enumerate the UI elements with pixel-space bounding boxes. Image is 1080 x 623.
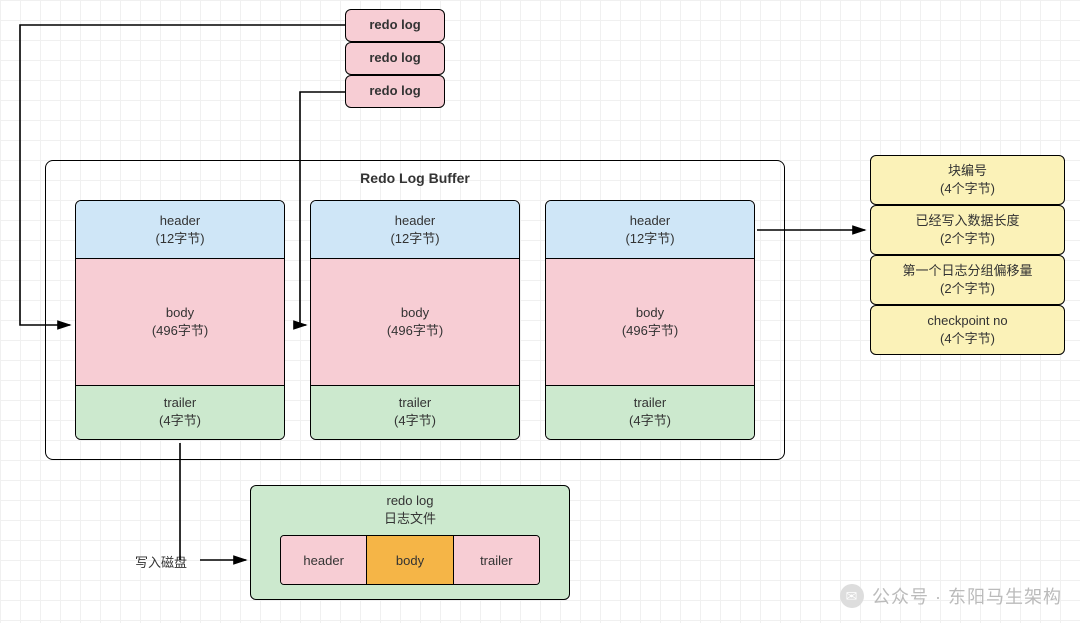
watermark-text: 公众号 · 东阳马生架构: [872, 583, 1062, 609]
header-field: 已经写入数据长度 (2个字节): [870, 205, 1065, 255]
size: (496字节): [387, 320, 443, 339]
write-to-disk-label: 写入磁盘: [135, 552, 187, 571]
watermark: ✉ 公众号 · 东阳马生架构: [840, 583, 1062, 609]
size: (12字节): [625, 228, 674, 247]
text: redo log: [369, 82, 420, 100]
label: trailer: [164, 395, 197, 410]
field-label: 已经写入数据长度: [915, 212, 1019, 230]
redo-log-item: redo log: [345, 75, 445, 108]
size: (12字节): [155, 228, 204, 247]
size: (496字节): [622, 320, 678, 339]
field-size: (2个字节): [940, 280, 995, 298]
block-trailer: trailer (4字节): [76, 386, 284, 439]
block-header: header (12字节): [76, 201, 284, 259]
file-body-cell: body: [367, 536, 453, 584]
size: (4字节): [629, 410, 671, 429]
block-body: body (496字节): [311, 259, 519, 385]
redo-log-file-title: redo log 日志文件: [250, 492, 570, 528]
block-header: header (12字节): [311, 201, 519, 259]
header-field: checkpoint no (4个字节): [870, 305, 1065, 355]
label: header: [395, 213, 435, 228]
field-size: (4个字节): [940, 330, 995, 348]
field-label: 第一个日志分组偏移量: [902, 262, 1032, 280]
title-line1: redo log: [250, 492, 570, 510]
label: body: [636, 305, 664, 320]
size: (4字节): [394, 410, 436, 429]
block-trailer: trailer (4字节): [546, 386, 754, 439]
text: redo log: [369, 49, 420, 67]
log-block: header (12字节) body (496字节) trailer (4字节): [310, 200, 520, 440]
label: header: [630, 213, 670, 228]
field-size: (2个字节): [940, 230, 995, 248]
label: body: [166, 305, 194, 320]
size: (4字节): [159, 410, 201, 429]
wechat-icon: ✉: [840, 584, 864, 608]
label: header: [160, 213, 200, 228]
redo-log-file-row: header body trailer: [280, 535, 540, 585]
field-size: (4个字节): [940, 180, 995, 198]
log-block: header (12字节) body (496字节) trailer (4字节): [545, 200, 755, 440]
block-trailer: trailer (4字节): [311, 386, 519, 439]
header-field: 块编号 (4个字节): [870, 155, 1065, 205]
log-block: header (12字节) body (496字节) trailer (4字节): [75, 200, 285, 440]
redo-log-item: redo log: [345, 9, 445, 42]
title-line2: 日志文件: [250, 510, 570, 528]
header-field: 第一个日志分组偏移量 (2个字节): [870, 255, 1065, 305]
block-body: body (496字节): [546, 259, 754, 385]
block-body: body (496字节): [76, 259, 284, 385]
file-header-cell: header: [281, 536, 367, 584]
redo-log-buffer-title: Redo Log Buffer: [45, 170, 785, 186]
size: (12字节): [390, 228, 439, 247]
size: (496字节): [152, 320, 208, 339]
block-header: header (12字节): [546, 201, 754, 259]
field-label: checkpoint no: [927, 312, 1007, 330]
file-trailer-cell: trailer: [454, 536, 539, 584]
field-label: 块编号: [948, 162, 987, 180]
label: trailer: [634, 395, 667, 410]
text: redo log: [369, 16, 420, 34]
redo-log-item: redo log: [345, 42, 445, 75]
label: body: [401, 305, 429, 320]
label: trailer: [399, 395, 432, 410]
